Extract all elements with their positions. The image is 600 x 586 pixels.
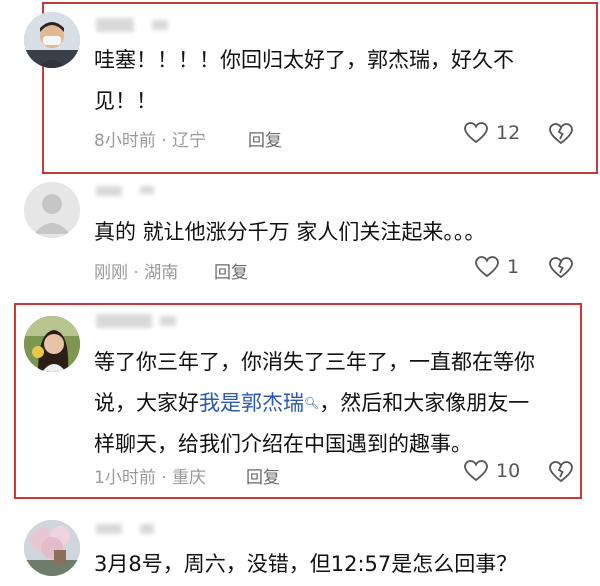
- topic-link[interactable]: 我是郭杰瑞: [199, 391, 304, 415]
- avatar[interactable]: [24, 316, 80, 372]
- reply-button[interactable]: 回复: [248, 126, 282, 151]
- username[interactable]: [96, 314, 152, 328]
- comment-meta: 1小时前 · 重庆: [94, 468, 207, 488]
- broken-heart-icon: [549, 123, 573, 145]
- avatar[interactable]: [24, 182, 80, 238]
- heart-icon: [475, 256, 499, 278]
- search-icon: 🔍︎: [304, 396, 320, 410]
- comment-text: 哇塞！！！！你回归太好了，郭杰瑞，好久不 见！！: [94, 48, 514, 113]
- reply-button[interactable]: 回复: [214, 258, 248, 283]
- comment-text: 3月8号，周六，没错，但12:57是怎么回事？: [94, 552, 518, 576]
- broken-heart-icon: [549, 461, 573, 483]
- like-button[interactable]: 10: [464, 460, 520, 482]
- username[interactable]: [96, 186, 122, 196]
- comment-text: 等了你三年了，你消失了三年了，一直都在等你 说，大家好我是郭杰瑞🔍︎，然后和大家…: [94, 350, 535, 456]
- like-count: 12: [496, 122, 521, 144]
- dislike-button[interactable]: [549, 257, 573, 283]
- like-count: 1: [507, 256, 520, 278]
- heart-icon: [464, 122, 488, 144]
- comment-item: 3月8号，周六，没错，但12:57是怎么回事？: [0, 510, 600, 586]
- heart-icon: [464, 460, 488, 482]
- comment-item: 哇塞！！！！你回归太好了，郭杰瑞，好久不 见！！ 8小时前 · 辽宁 回复 12: [0, 0, 600, 180]
- like-button[interactable]: 12: [464, 122, 520, 144]
- comment-text: 真的 就让他涨分千万 家人们关注起来。。。: [94, 220, 486, 244]
- dislike-button[interactable]: [549, 461, 573, 487]
- username-tag: [152, 20, 168, 30]
- comment-meta: 8小时前 · 辽宁: [94, 131, 207, 151]
- dislike-button[interactable]: [549, 123, 573, 149]
- username[interactable]: [96, 524, 122, 534]
- like-count: 10: [496, 460, 521, 482]
- reply-button[interactable]: 回复: [246, 463, 280, 488]
- username-tag: [140, 524, 154, 534]
- username-tag: [160, 316, 176, 326]
- comment-item: 等了你三年了，你消失了三年了，一直都在等你 说，大家好我是郭杰瑞🔍︎，然后和大家…: [0, 300, 600, 510]
- broken-heart-icon: [549, 257, 573, 279]
- username[interactable]: [96, 18, 134, 32]
- avatar[interactable]: [24, 12, 80, 68]
- username-tag: [140, 186, 154, 194]
- like-button[interactable]: 1: [475, 256, 519, 278]
- avatar[interactable]: [24, 520, 80, 576]
- comment-meta: 刚刚 · 湖南: [94, 263, 179, 283]
- comment-item: 真的 就让他涨分千万 家人们关注起来。。。 刚刚 · 湖南 回复 1: [0, 180, 600, 300]
